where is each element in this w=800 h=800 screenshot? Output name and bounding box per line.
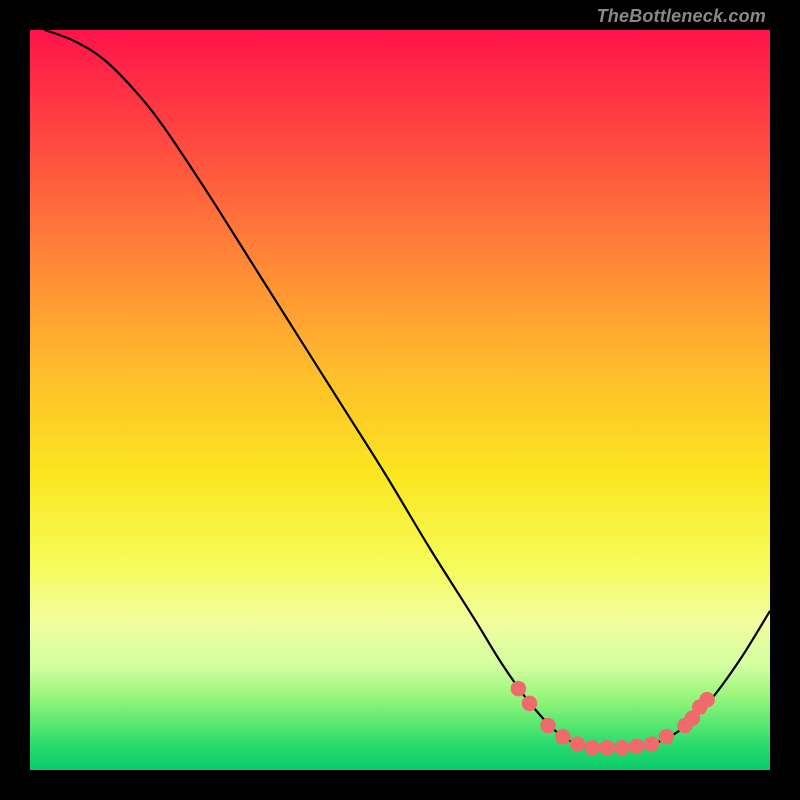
curve-dots — [511, 681, 715, 756]
data-dot — [585, 740, 601, 756]
data-dot — [570, 736, 586, 752]
chart-plot — [30, 30, 770, 770]
data-dot — [511, 681, 527, 697]
data-dot — [659, 729, 675, 745]
data-dot — [522, 696, 538, 712]
dots-layer — [30, 30, 770, 770]
data-dot — [540, 718, 556, 734]
data-dot — [644, 736, 660, 752]
data-dot — [614, 740, 630, 756]
data-dot — [699, 692, 715, 708]
data-dot — [599, 740, 615, 756]
chart-stage: TheBottleneck.com — [0, 0, 800, 800]
watermark-text: TheBottleneck.com — [597, 6, 766, 27]
data-dot — [629, 739, 645, 755]
data-dot — [555, 729, 571, 745]
